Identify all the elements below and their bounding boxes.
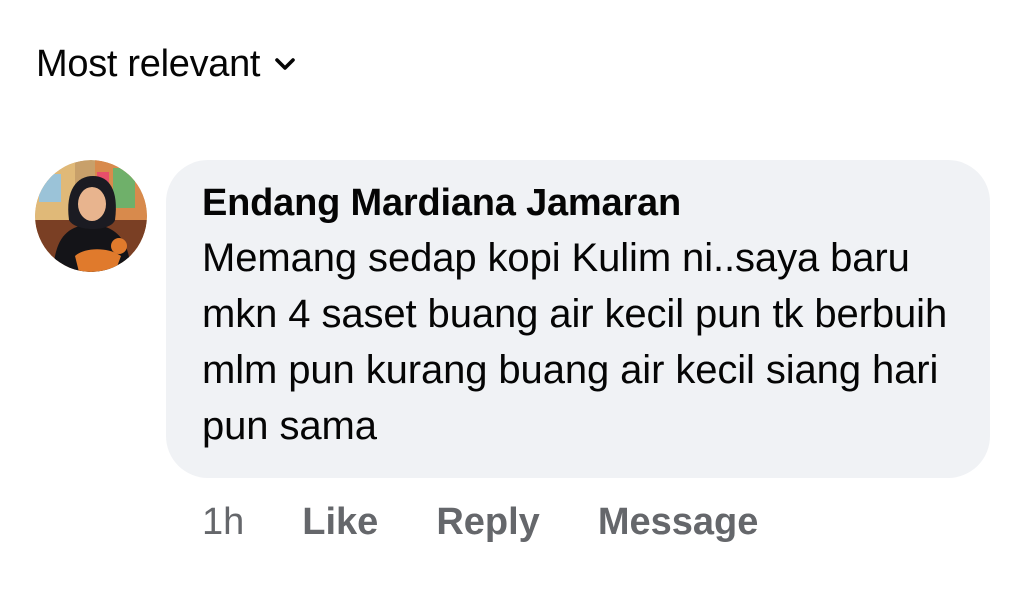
comment-timestamp[interactable]: 1h (202, 501, 244, 544)
comment-author[interactable]: Endang Mardiana Jamaran (202, 178, 681, 228)
reply-button[interactable]: Reply (436, 501, 539, 544)
comment-bubble: Endang Mardiana Jamaran Memang sedap kop… (166, 160, 990, 478)
like-button[interactable]: Like (302, 501, 378, 544)
comment-actions: 1h Like Reply Message (202, 496, 816, 548)
avatar-image (35, 160, 147, 272)
chevron-down-icon (274, 57, 296, 71)
sort-label: Most relevant (36, 42, 261, 85)
message-button[interactable]: Message (598, 501, 759, 544)
sort-dropdown[interactable]: Most relevant (36, 40, 296, 88)
comment-text: Memang sedap kopi Kulim ni..saya baru mk… (202, 236, 948, 448)
avatar[interactable] (35, 160, 147, 272)
